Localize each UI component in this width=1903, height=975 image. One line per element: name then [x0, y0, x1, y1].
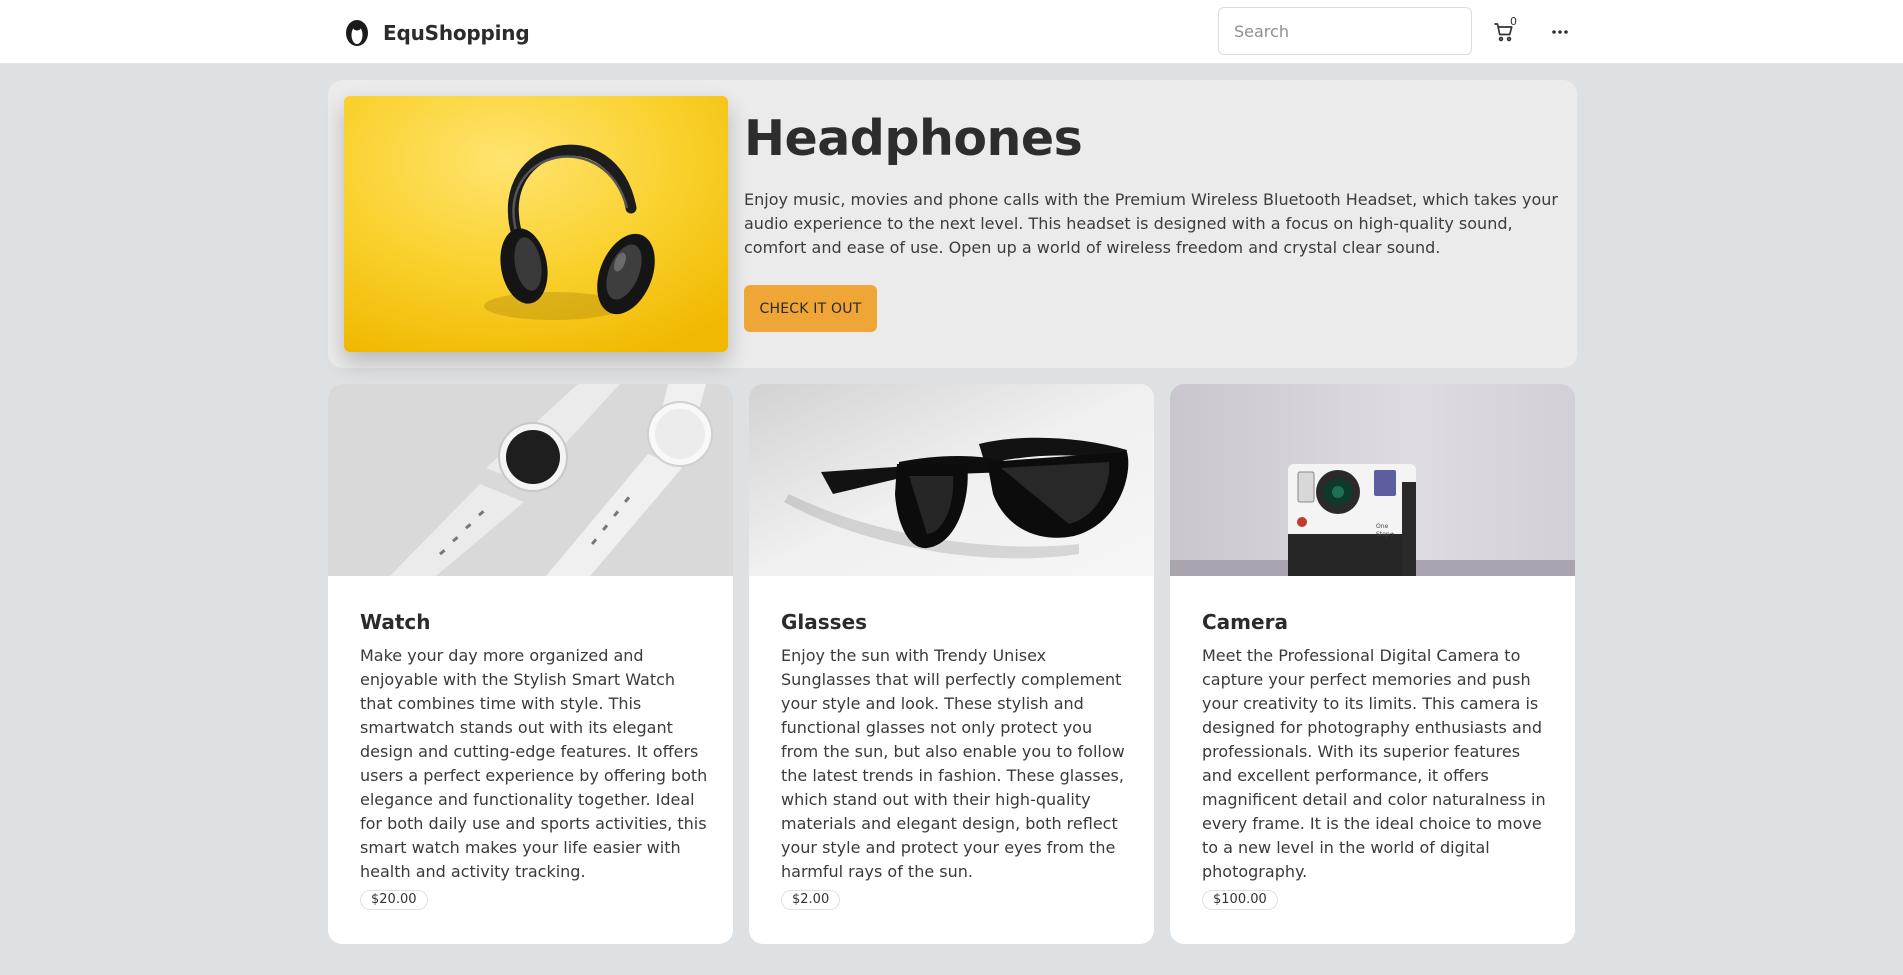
product-price: $2.00 [781, 890, 841, 910]
product-title: Glasses [781, 610, 868, 634]
brand-name: EquShopping [383, 21, 530, 45]
product-title: Camera [1202, 610, 1288, 634]
cart-count-badge: 0 [1510, 15, 1517, 28]
brand-link[interactable]: EquShopping [343, 19, 530, 47]
product-price: $20.00 [360, 890, 428, 910]
svg-text:Step+: Step+ [1376, 531, 1395, 538]
product-card-glasses[interactable]: Glasses Enjoy the sun with Trendy Unisex… [749, 384, 1154, 944]
hero-description: Enjoy music, movies and phone calls with… [744, 190, 1558, 257]
navbar: EquShopping 0 [0, 0, 1903, 64]
product-card-camera[interactable]: One Step+ Camera Meet the Professional D… [1170, 384, 1575, 944]
hero-section: Headphones Enjoy music, movies and phone… [328, 80, 1577, 368]
product-title: Watch [360, 610, 431, 634]
product-description: Make your day more organized and enjoyab… [360, 646, 708, 881]
hero-title: Headphones [744, 110, 1083, 167]
product-card-watch[interactable]: Watch Make your day more organized and e… [328, 384, 733, 944]
camera-image: One Step+ [1170, 384, 1575, 576]
search-input[interactable] [1218, 7, 1472, 55]
watch-image [328, 384, 733, 576]
glasses-image [749, 384, 1154, 576]
product-description: Meet the Professional Digital Camera to … [1202, 646, 1546, 881]
check-it-out-button[interactable]: CHECK IT OUT [744, 285, 877, 332]
product-price: $100.00 [1202, 890, 1278, 910]
product-description: Enjoy the sun with Trendy Unisex Sunglas… [781, 646, 1125, 881]
headphones-image [344, 96, 728, 352]
brand-logo-icon [346, 20, 368, 46]
more-icon[interactable] [1551, 24, 1569, 40]
svg-text:One: One [1376, 523, 1389, 530]
